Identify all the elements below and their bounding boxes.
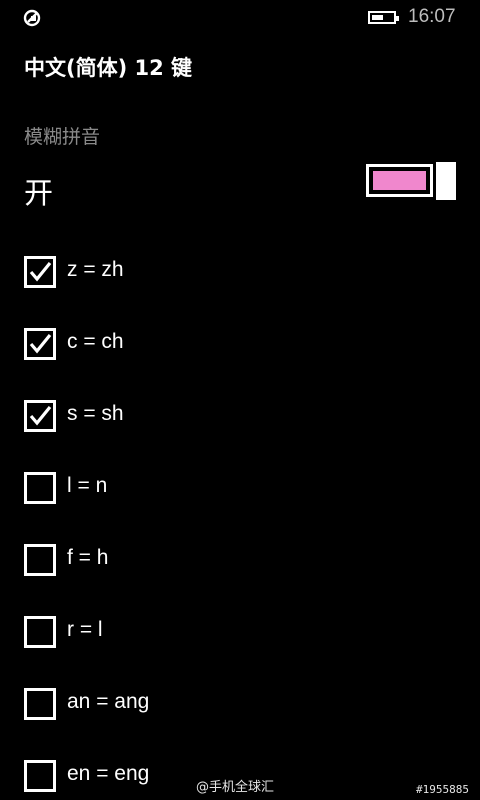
checkbox[interactable] [24, 544, 56, 576]
option-row-l-n[interactable]: l = n [24, 472, 444, 506]
checkbox[interactable] [24, 256, 56, 288]
option-label: en = eng [67, 762, 150, 785]
option-row-r-l[interactable]: r = l [24, 616, 444, 650]
id-watermark: #1955885 [416, 783, 469, 796]
option-label: l = n [67, 474, 108, 497]
checkmark-icon [29, 261, 52, 282]
option-label: z = zh [67, 258, 124, 281]
option-label: c = ch [67, 330, 124, 353]
checkbox[interactable] [24, 760, 56, 792]
option-label: f = h [67, 546, 109, 569]
checkbox[interactable] [24, 688, 56, 720]
checkbox[interactable] [24, 328, 56, 360]
source-watermark: @手机全球汇 [196, 780, 275, 795]
checkmark-icon [29, 405, 52, 426]
checkbox[interactable] [24, 472, 56, 504]
option-label: r = l [67, 618, 103, 641]
checkmark-icon [29, 333, 52, 354]
fuzzy-pinyin-option-list: z = zh c = ch s = sh l = n f = h r = l a… [0, 0, 480, 800]
option-label: an = ang [67, 690, 150, 713]
option-row-z-zh[interactable]: z = zh [24, 256, 444, 290]
checkbox[interactable] [24, 400, 56, 432]
option-row-s-sh[interactable]: s = sh [24, 400, 444, 434]
option-row-f-h[interactable]: f = h [24, 544, 444, 578]
checkbox[interactable] [24, 616, 56, 648]
option-label: s = sh [67, 402, 124, 425]
option-row-c-ch[interactable]: c = ch [24, 328, 444, 362]
option-row-an-ang[interactable]: an = ang [24, 688, 444, 722]
